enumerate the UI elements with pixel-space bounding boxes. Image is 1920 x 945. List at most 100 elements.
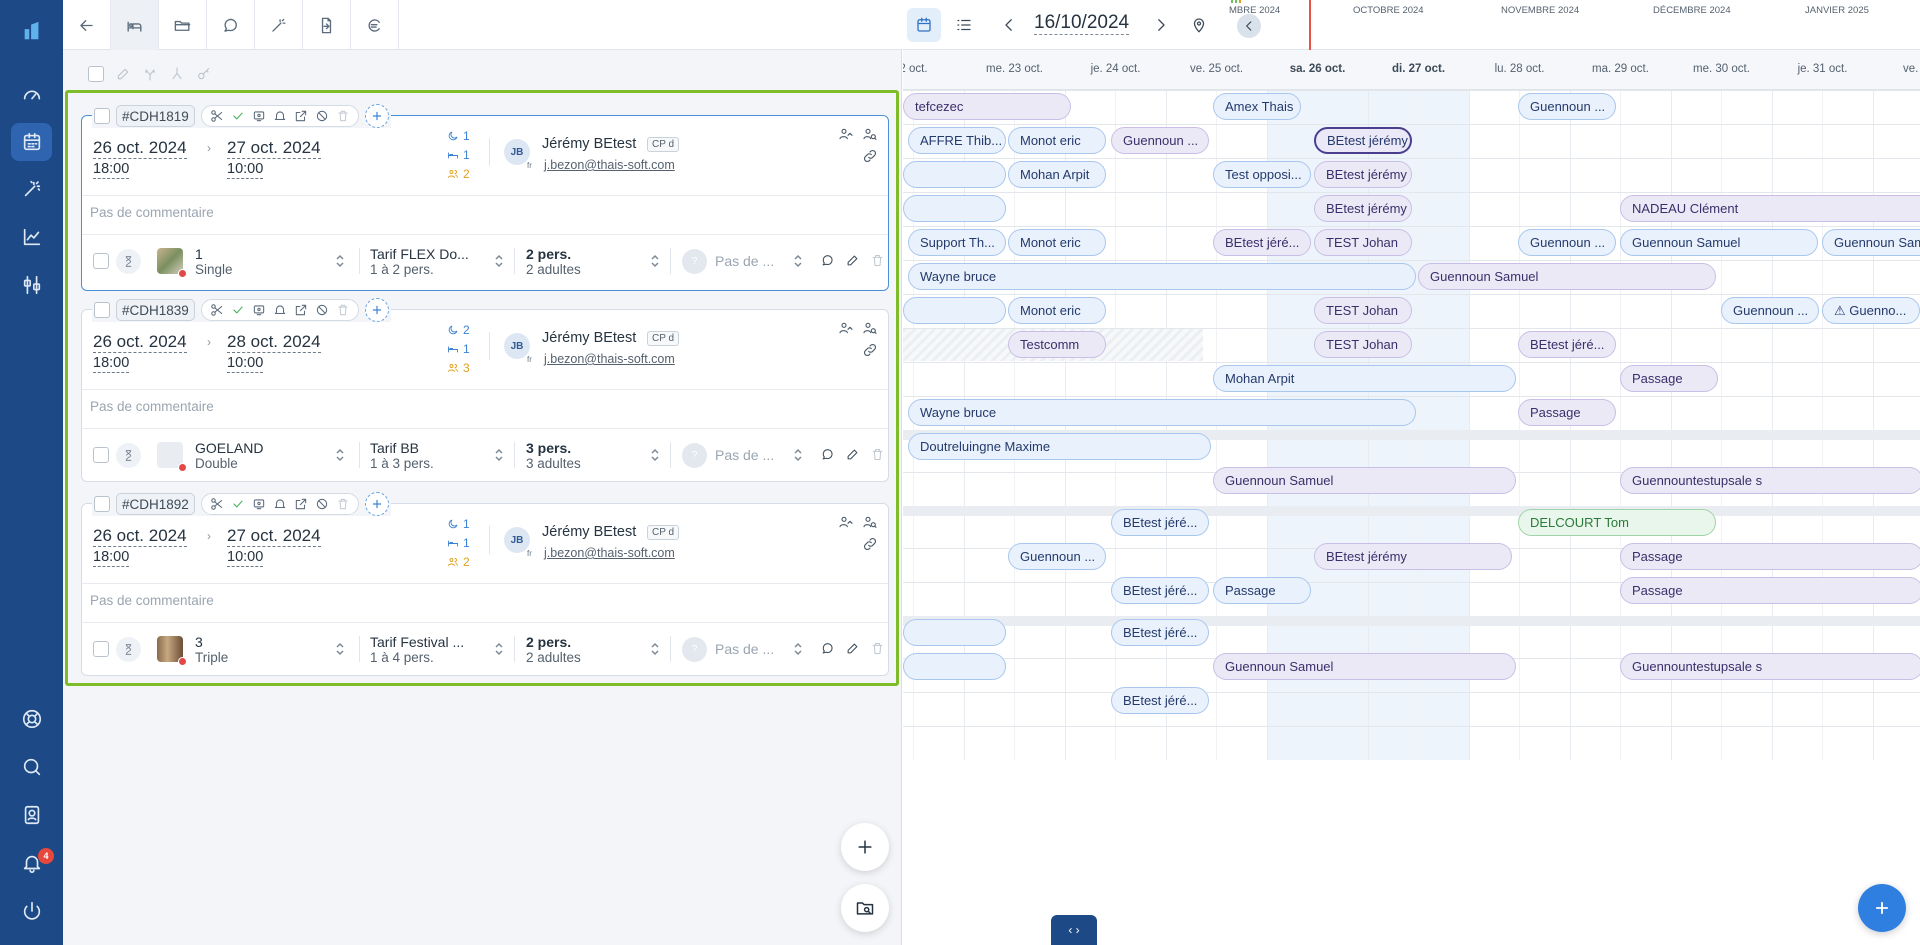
booking-bar[interactable]: BEtest jéré...: [1111, 577, 1209, 604]
folder-open-icon[interactable]: [159, 0, 207, 50]
booking-bar[interactable]: TEST Johan: [1314, 229, 1412, 256]
persons-select-updown-icon[interactable]: [650, 642, 660, 656]
departure-date[interactable]: 27 oct. 2024: [227, 526, 321, 547]
guest-name[interactable]: Jérémy BEtest: [542, 524, 636, 540]
booking-bar[interactable]: Wayne bruce: [908, 263, 1416, 290]
link-icon[interactable]: [862, 342, 878, 358]
booking-bar[interactable]: Wayne bruce: [908, 399, 1416, 426]
booking-bar[interactable]: Passage: [1518, 399, 1616, 426]
comment-icon[interactable]: [207, 0, 255, 50]
booking-bar[interactable]: Monot eric: [1008, 127, 1106, 154]
guest-email[interactable]: j.bezon@thais-soft.com: [544, 546, 675, 560]
key-icon[interactable]: [196, 66, 212, 82]
calendar-view-button[interactable]: [907, 8, 941, 42]
room-checkbox[interactable]: [93, 641, 109, 657]
booking-bar[interactable]: BEtest jérémy: [1314, 195, 1412, 222]
booking-bar[interactable]: Passage: [1213, 577, 1311, 604]
booking-bar[interactable]: Guennountestupsale s: [1620, 467, 1920, 494]
booking-bar[interactable]: Guennoun Samuel: [1213, 653, 1516, 680]
select-all-checkbox[interactable]: [88, 66, 104, 82]
add-button[interactable]: [841, 823, 889, 871]
booking-bar[interactable]: ⚠ Guenno...: [1822, 297, 1920, 324]
booking-bar[interactable]: DELCOURT Tom: [1518, 509, 1716, 536]
arrival-date[interactable]: 26 oct. 2024: [93, 526, 187, 547]
euro-cycle-icon[interactable]: [351, 0, 399, 50]
filter-settings-icon[interactable]: [11, 266, 52, 304]
departure-time[interactable]: 10:00: [227, 355, 264, 373]
app-logo-icon[interactable]: [11, 12, 52, 50]
day-label[interactable]: me. 23 oct.: [964, 63, 1065, 75]
day-label[interactable]: je. 24 oct.: [1065, 63, 1166, 75]
reservation-comment[interactable]: Pas de commentaire: [90, 399, 214, 414]
persons-select-updown-icon[interactable]: [650, 254, 660, 268]
booking-bar[interactable]: Monot eric: [1008, 229, 1106, 256]
day-label[interactable]: 2 oct.: [903, 63, 964, 75]
list-view-icon[interactable]: [955, 16, 973, 37]
booking-bar[interactable]: [903, 195, 1006, 222]
booking-bar[interactable]: Guennoun Samuel: [1418, 263, 1716, 290]
day-label[interactable]: ve. 01 n: [1873, 63, 1920, 75]
booking-bar[interactable]: Guennoun ...: [1518, 229, 1616, 256]
booking-bar[interactable]: NADEAU Clément: [1620, 195, 1920, 222]
timeline-back-button[interactable]: [1237, 14, 1261, 38]
calendar-icon[interactable]: [11, 123, 52, 161]
day-label[interactable]: me. 30 oct.: [1671, 63, 1772, 75]
day-label[interactable]: sa. 26 oct.: [1267, 63, 1368, 75]
comment-icon[interactable]: [820, 253, 835, 268]
departure-time[interactable]: 10:00: [227, 549, 264, 567]
rate-select-updown-icon[interactable]: [494, 448, 504, 462]
booking-bar[interactable]: BEtest jéré...: [1518, 331, 1616, 358]
guest-name[interactable]: Jérémy BEtest: [542, 136, 636, 152]
arrival-date[interactable]: 26 oct. 2024: [93, 138, 187, 159]
magic-wand-icon[interactable]: [255, 0, 303, 50]
arrival-time[interactable]: 18:00: [93, 549, 130, 567]
day-label[interactable]: lu. 28 oct.: [1469, 63, 1570, 75]
trash-icon[interactable]: [870, 641, 885, 656]
collapse-toggle[interactable]: ‹ ›: [1051, 915, 1097, 945]
new-booking-button[interactable]: [1858, 884, 1906, 932]
booking-bar[interactable]: Mohan Arpit: [1213, 365, 1516, 392]
booking-bar[interactable]: Guennountestupsale s: [1620, 653, 1920, 680]
booking-bar[interactable]: TEST Johan: [1314, 297, 1412, 324]
price-select-updown-icon[interactable]: [793, 448, 803, 462]
room-select-updown-icon[interactable]: [335, 448, 345, 462]
bed-icon[interactable]: [111, 0, 159, 50]
booking-bar[interactable]: [903, 619, 1006, 646]
next-date-icon[interactable]: [1152, 16, 1170, 37]
folder-search-button[interactable]: [841, 884, 889, 932]
day-label[interactable]: ma. 29 oct.: [1570, 63, 1671, 75]
user-search-icon[interactable]: [862, 320, 878, 336]
booking-bar[interactable]: BEtest jéré...: [1111, 509, 1209, 536]
user-switch-icon[interactable]: [838, 320, 854, 336]
booking-bar[interactable]: Testcomm: [1008, 331, 1106, 358]
magic-wand-icon[interactable]: [11, 170, 52, 208]
booking-bar[interactable]: BEtest jérémy: [1314, 127, 1412, 154]
booking-bar[interactable]: Passage: [1620, 577, 1920, 604]
trash-icon[interactable]: [870, 447, 885, 462]
hourglass-icon[interactable]: [116, 637, 141, 662]
user-switch-icon[interactable]: [838, 514, 854, 530]
contact-card-icon[interactable]: [11, 796, 52, 834]
booking-bar[interactable]: AFFRE Thib...: [908, 127, 1006, 154]
departure-date[interactable]: 28 oct. 2024: [227, 332, 321, 353]
room-checkbox[interactable]: [93, 253, 109, 269]
booking-bar[interactable]: Monot eric: [1008, 297, 1106, 324]
edit-pencil-icon[interactable]: [845, 253, 860, 268]
booking-bar[interactable]: Guennoun ...: [1008, 543, 1106, 570]
user-search-icon[interactable]: [862, 126, 878, 142]
rate-select-updown-icon[interactable]: [494, 642, 504, 656]
booking-bar[interactable]: Guennoun Samuel: [1620, 229, 1818, 256]
booking-bar[interactable]: BEtest jéré...: [1213, 229, 1311, 256]
booking-bar[interactable]: Guennoun ...: [1518, 93, 1616, 120]
location-pin-icon[interactable]: [1190, 16, 1208, 37]
comment-icon[interactable]: [820, 641, 835, 656]
price-select-updown-icon[interactable]: [793, 254, 803, 268]
booking-bar[interactable]: BEtest jéré...: [1111, 687, 1209, 714]
room-select-updown-icon[interactable]: [335, 254, 345, 268]
day-label[interactable]: je. 31 oct.: [1772, 63, 1873, 75]
document-export-icon[interactable]: [303, 0, 351, 50]
guest-email[interactable]: j.bezon@thais-soft.com: [544, 158, 675, 172]
booking-bar[interactable]: [903, 297, 1006, 324]
hourglass-icon[interactable]: [116, 443, 141, 468]
room-checkbox[interactable]: [93, 447, 109, 463]
